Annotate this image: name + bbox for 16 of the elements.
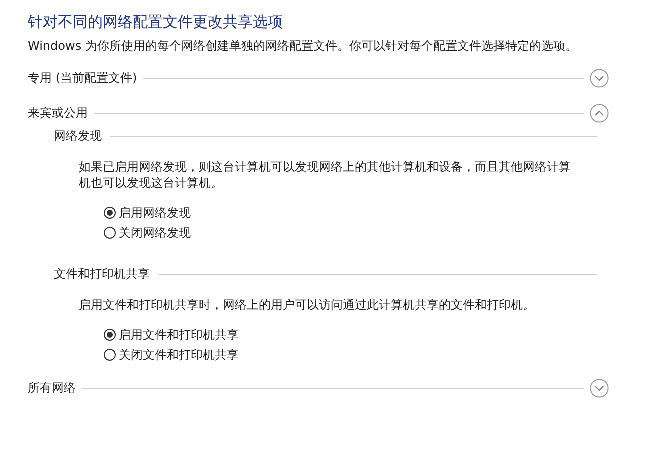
radio-option[interactable]: 启用网络发现 bbox=[104, 204, 191, 221]
radio-option[interactable]: 关闭网络发现 bbox=[104, 224, 191, 241]
collapse-chevron-icon[interactable] bbox=[590, 104, 609, 122]
page-description: Windows 为你所使用的每个网络创建单独的网络配置文件。你可以针对每个配置文件选择特定的选项。 bbox=[28, 38, 578, 54]
expand-chevron-icon[interactable] bbox=[590, 378, 609, 398]
expand-chevron-icon[interactable] bbox=[590, 68, 609, 88]
section-heading: 网络发现 bbox=[54, 128, 102, 145]
page-title: 针对不同的网络配置文件更改共享选项 bbox=[28, 12, 284, 32]
section-description: 如果已启用网络发现，则这台计算机可以发现网络上的其他计算机和设备，而且其他网络计算机也可以发现这台计算机。 bbox=[78, 159, 572, 191]
radio-option[interactable]: 启用文件和打印机共享 bbox=[104, 326, 239, 343]
profile-heading: 来宾或公用 bbox=[28, 105, 88, 122]
profile-heading: 专用 (当前配置文件) bbox=[28, 70, 138, 87]
section-description: 启用文件和打印机共享时，网络上的用户可以访问通过此计算机共享的文件和打印机。 bbox=[78, 297, 536, 313]
profile-heading: 所有网络 bbox=[28, 380, 76, 397]
section-heading: 文件和打印机共享 bbox=[54, 266, 150, 283]
radio-option[interactable]: 关闭文件和打印机共享 bbox=[104, 346, 239, 363]
